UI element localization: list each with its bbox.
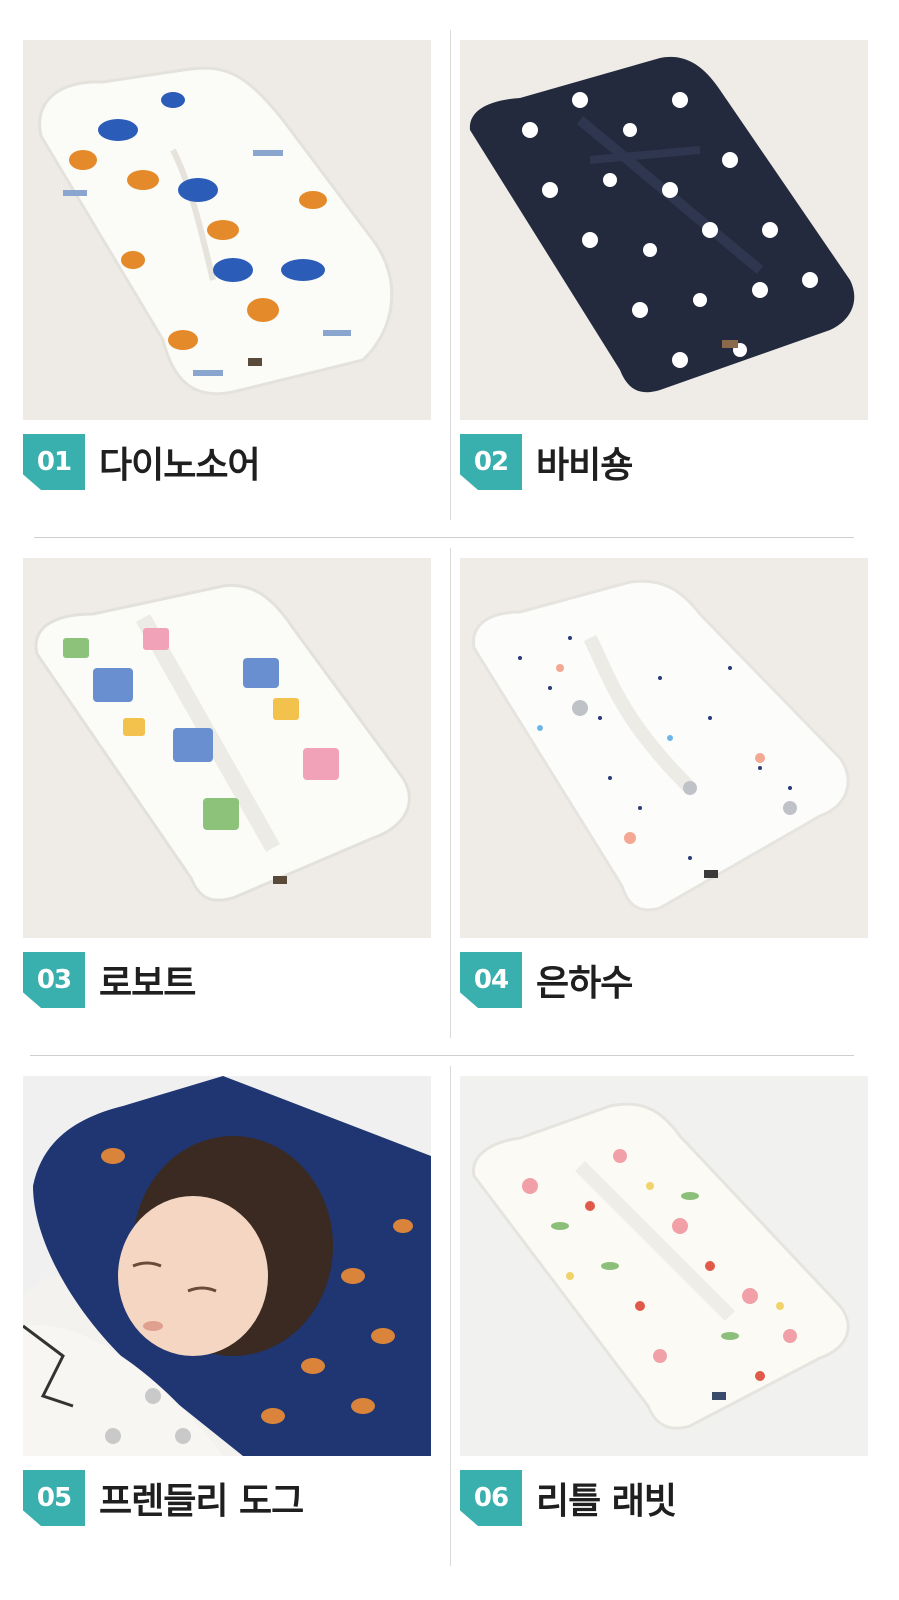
product-label: 03 로보트 xyxy=(23,952,196,1008)
product-label: 05 프렌들리 도그 xyxy=(23,1470,304,1526)
product-photo-milky-way xyxy=(460,558,868,938)
product-photo-dinosaur xyxy=(23,40,431,420)
product-number-badge: 01 xyxy=(23,434,85,490)
product-name: 바비숑 xyxy=(536,445,633,486)
row-divider xyxy=(34,537,854,538)
product-number-badge: 03 xyxy=(23,952,85,1008)
product-number-badge: 05 xyxy=(23,1470,85,1526)
column-divider xyxy=(450,30,451,520)
row-divider xyxy=(30,1055,854,1056)
product-number-badge: 04 xyxy=(460,952,522,1008)
column-divider xyxy=(450,1066,451,1566)
product-name: 리틀 래빗 xyxy=(536,1481,677,1522)
product-photo-little-rabbit xyxy=(460,1076,868,1456)
product-name: 다이노소어 xyxy=(99,445,261,486)
product-label: 04 은하수 xyxy=(460,952,633,1008)
product-name: 프렌들리 도그 xyxy=(99,1481,304,1522)
product-number-badge: 06 xyxy=(460,1470,522,1526)
product-label: 06 리틀 래빗 xyxy=(460,1470,677,1526)
product-label: 02 바비숑 xyxy=(460,434,633,490)
column-divider xyxy=(450,548,451,1038)
product-photo-robot xyxy=(23,558,431,938)
product-photo-bichon xyxy=(460,40,868,420)
product-name: 은하수 xyxy=(536,963,633,1004)
product-number-badge: 02 xyxy=(460,434,522,490)
product-name: 로보트 xyxy=(99,963,196,1004)
product-label: 01 다이노소어 xyxy=(23,434,261,490)
product-photo-friendly-dog xyxy=(23,1076,431,1456)
